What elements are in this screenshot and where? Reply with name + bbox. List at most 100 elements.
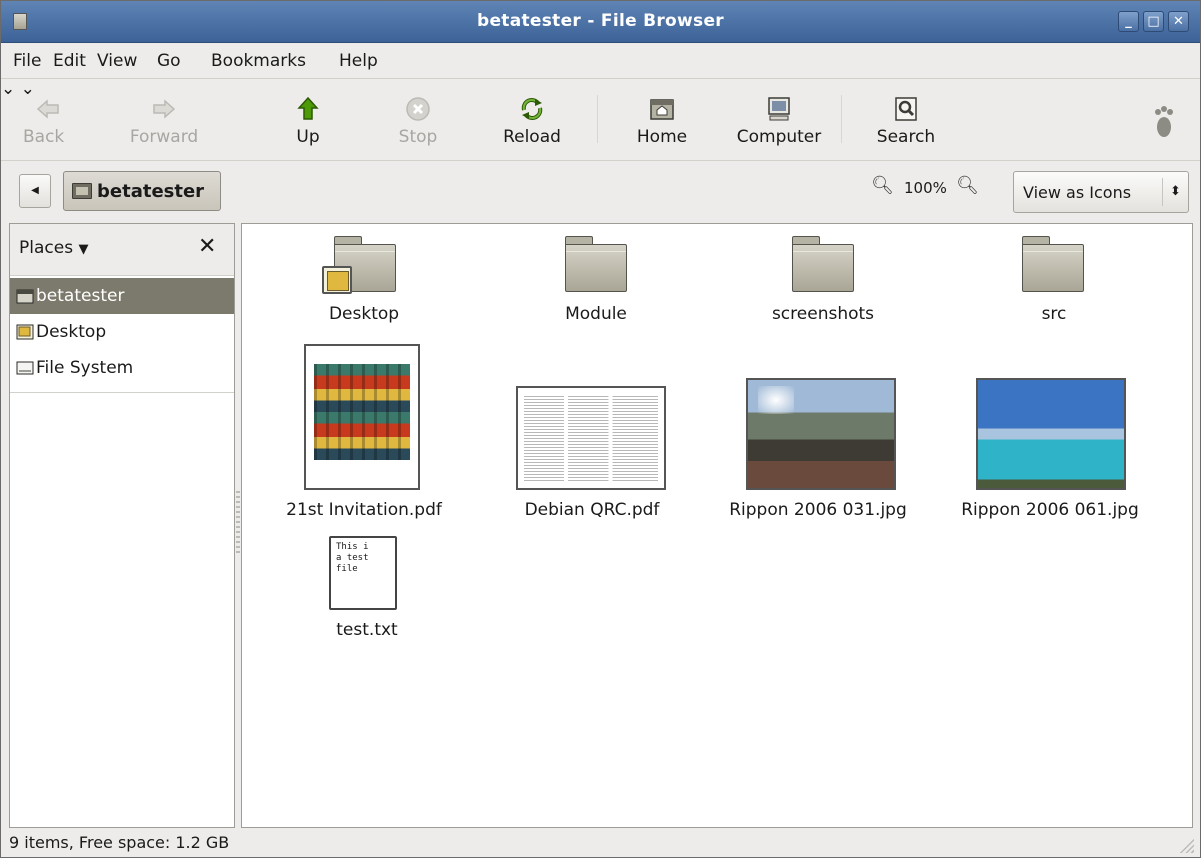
file-item-21st-invitation-pdf[interactable]: 21st Invitation.pdf — [272, 344, 456, 524]
gnome-foot-throbber-icon — [1155, 106, 1173, 137]
breadcrumb-current-button[interactable]: betatester — [63, 171, 221, 211]
sidebar-title: Places — [19, 238, 74, 258]
pdf-thumbnail — [516, 386, 666, 490]
stop-button[interactable]: Stop — [373, 89, 463, 153]
back-button[interactable]: Back — [3, 89, 93, 153]
file-item-module[interactable]: Module — [514, 236, 678, 328]
file-icon-view[interactable]: Desktop Module screenshots src 21st Invi… — [241, 223, 1193, 828]
sidebar-item-label: File System — [36, 358, 134, 378]
pane-resize-handle[interactable] — [236, 491, 240, 555]
maximize-button[interactable]: □ — [1143, 11, 1164, 32]
close-sidebar-icon[interactable]: ✕ — [198, 234, 216, 259]
back-label: Back — [23, 127, 65, 147]
menu-view[interactable]: View — [97, 51, 137, 71]
toolbar: Back ⌄ Forward ⌄ Up Stop Reload Home Com… — [1, 79, 1200, 161]
computer-label: Computer — [736, 127, 822, 147]
places-sidebar: Places ▼ ✕ betatester Desktop File Syste… — [9, 223, 235, 828]
sidebar-divider — [10, 392, 234, 393]
text-file-icon: This i a test file — [329, 536, 397, 610]
home-icon — [650, 99, 674, 120]
sidebar-item-desktop[interactable]: Desktop — [10, 314, 234, 350]
file-name: Desktop — [328, 304, 400, 324]
file-name: Rippon 2006 031.jpg — [729, 500, 907, 520]
file-name: src — [1041, 304, 1067, 324]
file-item-debian-qrc-pdf[interactable]: Debian QRC.pdf — [502, 344, 682, 524]
image-thumbnail — [746, 378, 896, 490]
search-icon — [895, 97, 917, 121]
desktop-emblem-icon — [322, 266, 352, 294]
folder-icon — [1022, 236, 1084, 292]
reload-icon — [521, 98, 543, 120]
file-item-screenshots[interactable]: screenshots — [738, 236, 908, 328]
window-title: betatester - File Browser — [477, 11, 724, 31]
status-text: 9 items, Free space: 1.2 GB — [9, 833, 230, 852]
file-name: 21st Invitation.pdf — [286, 500, 442, 520]
sidebar-item-label: Desktop — [36, 322, 107, 342]
forward-label: Forward — [129, 127, 199, 147]
up-button[interactable]: Up — [263, 89, 353, 153]
computer-icon — [768, 97, 790, 121]
file-browser-window: betatester - File Browser _ □ ✕ File Edi… — [0, 0, 1201, 858]
resize-grip[interactable] — [1178, 837, 1194, 853]
file-item-rippon-2006-031-jpg[interactable]: Rippon 2006 031.jpg — [718, 344, 918, 524]
file-name: Debian QRC.pdf — [524, 500, 660, 520]
file-name: Module — [565, 304, 627, 324]
zoom-level[interactable]: 100% — [904, 179, 947, 197]
breadcrumb-label: betatester — [97, 181, 205, 202]
status-bar: 9 items, Free space: 1.2 GB — [1, 828, 1200, 857]
reload-button[interactable]: Reload — [487, 89, 577, 153]
desktop-icon — [16, 324, 34, 340]
home-button[interactable]: Home — [617, 89, 707, 153]
home-folder-icon — [16, 289, 34, 304]
file-name: test.txt — [336, 620, 398, 640]
stop-label: Stop — [398, 127, 438, 147]
zoom-in-icon[interactable]: 🔍︎ — [956, 175, 979, 196]
menu-file[interactable]: File — [13, 51, 41, 71]
up-label: Up — [296, 127, 320, 147]
sidebar-item-file-system[interactable]: File System — [10, 350, 234, 386]
menu-go[interactable]: Go — [157, 51, 181, 71]
search-label: Search — [876, 127, 936, 147]
minimize-button[interactable]: _ — [1118, 11, 1139, 32]
title-bar[interactable]: betatester - File Browser _ □ ✕ — [1, 1, 1200, 43]
search-button[interactable]: Search — [861, 89, 951, 153]
drive-icon — [16, 361, 34, 375]
image-thumbnail — [976, 378, 1126, 490]
menu-bar: File Edit View Go Bookmarks Help — [1, 43, 1200, 79]
folder-icon — [565, 236, 627, 292]
file-name: screenshots — [771, 304, 875, 324]
toolbar-separator — [841, 95, 842, 143]
sidebar-item-label: betatester — [36, 286, 125, 306]
home-label: Home — [636, 127, 688, 147]
menu-edit[interactable]: Edit — [53, 51, 86, 71]
stop-icon — [406, 97, 430, 121]
file-item-test-txt[interactable]: This i a test file test.txt — [312, 536, 422, 646]
file-item-rippon-2006-061-jpg[interactable]: Rippon 2006 061.jpg — [950, 344, 1150, 524]
zoom-out-icon[interactable]: 🔍︎ — [871, 175, 894, 196]
sidebar-header: Places ▼ ✕ — [10, 224, 234, 276]
file-item-desktop[interactable]: Desktop — [282, 236, 446, 328]
menu-bookmarks[interactable]: Bookmarks — [211, 51, 306, 71]
close-button[interactable]: ✕ — [1168, 11, 1189, 32]
toolbar-separator — [597, 95, 598, 143]
chevron-down-icon: ▼ — [78, 242, 89, 257]
right-arrow-icon — [153, 99, 176, 119]
up-arrow-icon — [297, 96, 319, 120]
path-scroll-left-button[interactable]: ◀ — [19, 174, 51, 208]
left-arrow-icon — [36, 99, 59, 119]
file-item-src[interactable]: src — [972, 236, 1136, 328]
folder-icon — [792, 236, 854, 292]
home-folder-icon — [72, 183, 92, 199]
sidebar-type-selector[interactable]: Places ▼ — [19, 238, 88, 258]
view-mode-value: View as Icons — [1023, 183, 1132, 202]
menu-help[interactable]: Help — [339, 51, 378, 71]
file-name: Rippon 2006 061.jpg — [961, 500, 1139, 520]
sidebar-item-betatester[interactable]: betatester — [10, 278, 234, 314]
pdf-thumbnail — [304, 344, 420, 490]
location-bar: ◀ betatester 🔍︎ 100% 🔍︎ View as Icons ⬍ — [1, 161, 1200, 221]
view-mode-select[interactable]: View as Icons ⬍ — [1013, 171, 1189, 213]
forward-button[interactable]: Forward — [119, 89, 209, 153]
reload-label: Reload — [503, 127, 561, 147]
computer-button[interactable]: Computer — [729, 89, 829, 153]
updown-arrows-icon: ⬍ — [1162, 178, 1188, 206]
